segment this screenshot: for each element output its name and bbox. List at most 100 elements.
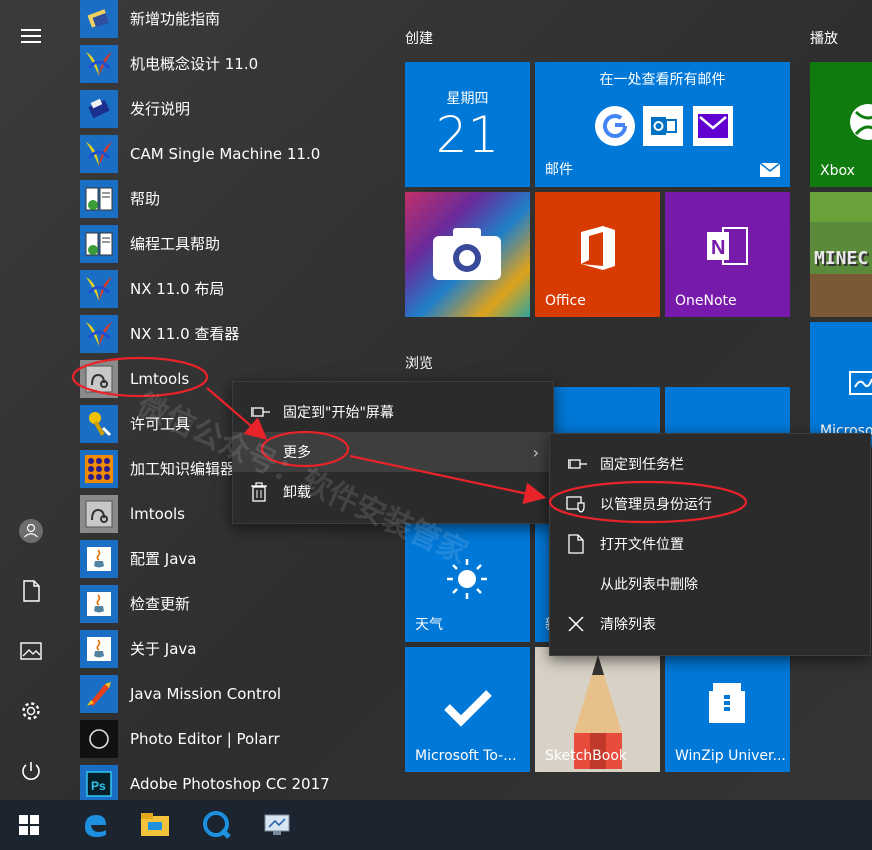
weather-tile[interactable]: 天气: [405, 517, 530, 642]
todo-tile[interactable]: Microsoft To-...: [405, 647, 530, 772]
quicktime-icon[interactable]: [188, 800, 246, 850]
license-tool-icon: [80, 404, 118, 443]
release-notes-icon: [80, 89, 118, 128]
open-file-location-label: 打开文件位置: [600, 537, 684, 553]
nx-book-icon: [80, 0, 118, 38]
uninstall-item[interactable]: 卸载: [233, 472, 553, 512]
app-label: 编程工具帮助: [130, 235, 221, 253]
open-file-location-item[interactable]: 打开文件位置: [550, 524, 870, 564]
polarr-icon: [80, 719, 118, 758]
app-item-nx-layout[interactable]: NX 11.0 布局: [80, 266, 390, 311]
app-item-programming-help[interactable]: 编程工具帮助: [80, 221, 390, 266]
app-label: Adobe Photoshop CC 2017: [130, 774, 330, 793]
pictures-icon[interactable]: [0, 629, 62, 673]
lmtools-icon: [80, 494, 118, 533]
app-item-whats-new[interactable]: 新增功能指南: [80, 0, 390, 41]
winzip-tile[interactable]: WinZip Univer...: [665, 647, 790, 772]
pin-icon: [566, 452, 590, 476]
mail-label: 邮件: [545, 162, 573, 178]
pin-to-taskbar-item[interactable]: 固定到任务栏: [550, 444, 870, 484]
sketchbook-tile[interactable]: SketchBook: [535, 647, 660, 772]
app-label: 帮助: [130, 190, 161, 208]
close-icon: [564, 612, 588, 636]
todo-label: Microsoft To-...: [415, 748, 517, 764]
minecraft-tile[interactable]: MINEC: [810, 192, 872, 317]
onenote-icon: N: [707, 227, 748, 265]
app-label: 发行说明: [130, 100, 191, 118]
help-book-icon: [80, 179, 118, 218]
trash-icon: [247, 480, 271, 504]
nx-logo-icon: [80, 44, 118, 83]
app-item-help[interactable]: 帮助: [80, 176, 390, 221]
settings-icon[interactable]: [0, 689, 62, 733]
app-item-mcd[interactable]: 机电概念设计 11.0: [80, 41, 390, 86]
group-label-play: 播放: [810, 31, 838, 47]
more-item[interactable]: 更多 ›: [233, 432, 553, 472]
office-icon: [581, 226, 615, 270]
windows-start-icon[interactable]: [0, 800, 58, 850]
help-book-icon: [80, 224, 118, 263]
nx-logo-icon: [80, 269, 118, 308]
clear-list-label: 清除列表: [600, 617, 656, 633]
svg-text:Ps: Ps: [91, 779, 106, 793]
pin-icon: [249, 400, 273, 424]
app-label: NX 11.0 查看器: [130, 325, 240, 343]
app-label: 许可工具: [130, 415, 191, 433]
app-item-release-notes[interactable]: 发行说明: [80, 86, 390, 131]
grass-block: [810, 192, 872, 222]
document-icon[interactable]: [0, 569, 62, 613]
pin-to-start-item[interactable]: 固定到"开始"屏幕: [233, 392, 553, 432]
app-item-about-java[interactable]: 关于 Java: [80, 626, 390, 671]
app-label: 新增功能指南: [130, 10, 221, 28]
remove-from-list-item[interactable]: 从此列表中删除: [550, 564, 870, 604]
edge-icon[interactable]: [66, 800, 124, 850]
pin-to-taskbar-label: 固定到任务栏: [600, 457, 684, 473]
app-item-java-mission-control[interactable]: Java Mission Control: [80, 671, 390, 716]
calendar-weekday: 星期四: [446, 91, 489, 107]
app-item-configure-java[interactable]: 配置 Java: [80, 536, 390, 581]
xbox-tile[interactable]: Xbox: [810, 62, 872, 187]
app-label: 检查更新: [130, 595, 191, 613]
xbox-icon: [850, 104, 872, 140]
app-item-check-updates[interactable]: 检查更新: [80, 581, 390, 626]
run-as-admin-item[interactable]: 以管理员身份运行: [550, 484, 870, 524]
xbox-label: Xbox: [820, 163, 855, 179]
camera-tile[interactable]: [405, 192, 530, 317]
app-label: 机电概念设计 11.0: [130, 55, 259, 73]
mail-tile[interactable]: 在一处查看所有邮件 邮件: [535, 62, 790, 187]
start-rail: [0, 0, 62, 800]
knowledge-editor-icon: [80, 449, 118, 488]
taskbar: [0, 800, 872, 850]
pin-to-start-label: 固定到"开始"屏幕: [283, 405, 394, 421]
power-icon[interactable]: [0, 749, 62, 793]
shield-icon: [564, 492, 588, 516]
user-icon[interactable]: [0, 509, 62, 553]
dirt-block: [810, 274, 872, 317]
onenote-tile[interactable]: N OneNote: [665, 192, 790, 317]
photoshop-icon: Ps: [80, 764, 118, 803]
app-label: lmtools: [130, 504, 185, 523]
app-label: 配置 Java: [130, 550, 197, 568]
nx-logo-icon: [80, 134, 118, 173]
file-icon: [564, 532, 588, 556]
clear-list-item[interactable]: 清除列表: [550, 604, 870, 644]
calendar-tile[interactable]: 星期四 21: [405, 62, 530, 187]
app-item-polarr[interactable]: Photo Editor | Polarr: [80, 716, 390, 761]
app-item-nx-viewer[interactable]: NX 11.0 查看器: [80, 311, 390, 356]
sun-icon: [447, 559, 487, 599]
file-explorer-icon[interactable]: [126, 800, 184, 850]
app-label: Photo Editor | Polarr: [130, 729, 280, 748]
app-item-cam-single-machine[interactable]: CAM Single Machine 11.0: [80, 131, 390, 176]
network-app-icon[interactable]: [248, 800, 306, 850]
app-label: 关于 Java: [130, 640, 197, 658]
nx-logo-icon: [80, 314, 118, 353]
whiteboard-icon: [849, 371, 872, 395]
remove-from-list-label: 从此列表中删除: [600, 577, 698, 593]
chevron-right-icon: ›: [532, 442, 539, 462]
outlook-icon: [643, 106, 683, 146]
group-label-create: 创建: [405, 31, 433, 47]
hamburger-icon[interactable]: [0, 14, 62, 58]
partial-tile[interactable]: Microso: [810, 322, 872, 447]
office-tile[interactable]: Office: [535, 192, 660, 317]
envelope-icon: [760, 163, 780, 177]
